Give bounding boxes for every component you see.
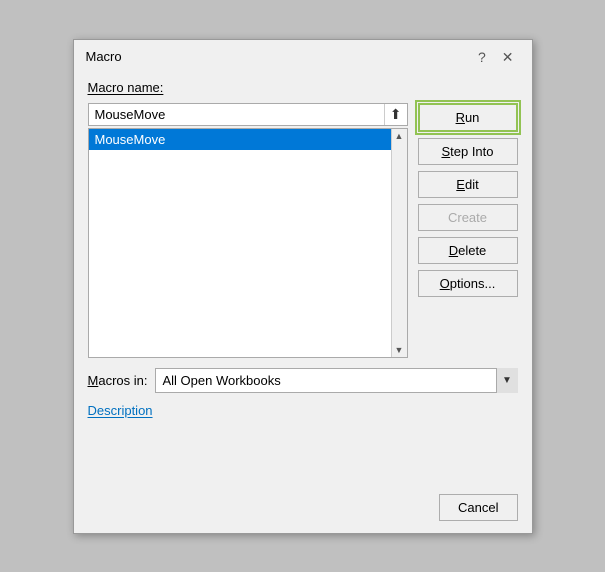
delete-button[interactable]: Delete xyxy=(418,237,518,264)
macros-in-select[interactable]: All Open Workbooks This Workbook Persona… xyxy=(155,368,517,393)
close-button[interactable]: ✕ xyxy=(496,48,520,66)
main-row: ⬆ MouseMove ▲ ▼ Run Step Into xyxy=(88,103,518,358)
bottom-row: Cancel xyxy=(74,488,532,533)
macro-list-item[interactable]: MouseMove xyxy=(89,129,407,150)
dialog-body: Macro name: ⬆ MouseMove ▲ ▼ xyxy=(74,70,532,488)
edit-button[interactable]: Edit xyxy=(418,171,518,198)
dialog-title: Macro xyxy=(86,49,122,64)
macros-in-select-wrapper: All Open Workbooks This Workbook Persona… xyxy=(155,368,517,393)
scroll-up-arrow[interactable]: ▲ xyxy=(393,129,406,143)
cancel-button[interactable]: Cancel xyxy=(439,494,517,521)
help-button[interactable]: ? xyxy=(472,48,492,66)
macro-dialog: Macro ? ✕ Macro name: ⬆ MouseMove ▲ ▼ xyxy=(73,39,533,534)
scrollbar[interactable]: ▲ ▼ xyxy=(391,129,407,357)
title-bar: Macro ? ✕ xyxy=(74,40,532,70)
macros-in-row: Macros in: All Open Workbooks This Workb… xyxy=(88,368,518,393)
run-button[interactable]: Run xyxy=(418,103,518,132)
macro-list: MouseMove xyxy=(89,129,407,150)
description-area xyxy=(88,424,518,474)
macro-list-wrapper: MouseMove ▲ ▼ xyxy=(88,128,408,358)
macro-name-label: Macro name: xyxy=(88,80,518,95)
macro-upload-icon[interactable]: ⬆ xyxy=(384,104,407,125)
right-col: Run Step Into Edit Create Delete Options… xyxy=(418,103,518,297)
scroll-down-arrow[interactable]: ▼ xyxy=(393,343,406,357)
left-col: ⬆ MouseMove ▲ ▼ xyxy=(88,103,408,358)
title-bar-actions: ? ✕ xyxy=(472,48,520,66)
macros-in-label: Macros in: xyxy=(88,373,148,388)
create-button[interactable]: Create xyxy=(418,204,518,231)
macro-name-input[interactable] xyxy=(89,104,384,125)
description-label: Description xyxy=(88,403,518,418)
step-into-button[interactable]: Step Into xyxy=(418,138,518,165)
macro-input-row: ⬆ xyxy=(88,103,408,126)
options-button[interactable]: Options... xyxy=(418,270,518,297)
